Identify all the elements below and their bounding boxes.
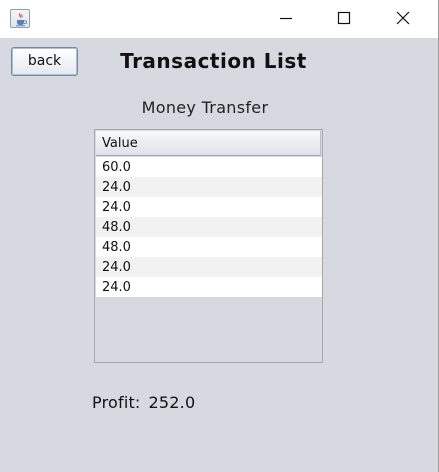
table-row[interactable]: 48.0 bbox=[96, 217, 322, 237]
column-header-value[interactable]: Value bbox=[96, 131, 321, 156]
java-cup-icon[interactable] bbox=[10, 9, 30, 28]
transaction-table[interactable]: Value 60.0 24.0 24.0 48.0 48.0 24.0 24.0 bbox=[94, 129, 323, 363]
app-window: back Transaction List Money Transfer Val… bbox=[0, 0, 439, 472]
table-caption: Money Transfer bbox=[141, 98, 269, 117]
maximize-icon bbox=[337, 11, 351, 25]
minimize-button[interactable] bbox=[257, 0, 315, 38]
maximize-button[interactable] bbox=[315, 0, 373, 38]
profit-summary: Profit: 252.0 bbox=[92, 393, 195, 412]
table-body: 60.0 24.0 24.0 48.0 48.0 24.0 24.0 bbox=[96, 157, 322, 297]
profit-label: Profit: bbox=[92, 393, 141, 412]
minimize-icon bbox=[280, 17, 292, 20]
table-row[interactable]: 24.0 bbox=[96, 257, 322, 277]
table-row[interactable]: 24.0 bbox=[96, 197, 322, 217]
page-title: Transaction List bbox=[0, 49, 427, 73]
close-icon bbox=[396, 11, 410, 25]
table-row[interactable]: 60.0 bbox=[96, 157, 322, 177]
title-bar bbox=[0, 0, 438, 38]
page-title-text: Transaction List bbox=[120, 49, 307, 73]
table-row[interactable]: 48.0 bbox=[96, 237, 322, 257]
close-button[interactable] bbox=[374, 0, 432, 38]
table-row[interactable]: 24.0 bbox=[96, 277, 322, 297]
table-row[interactable]: 24.0 bbox=[96, 177, 322, 197]
profit-value: 252.0 bbox=[148, 393, 196, 412]
